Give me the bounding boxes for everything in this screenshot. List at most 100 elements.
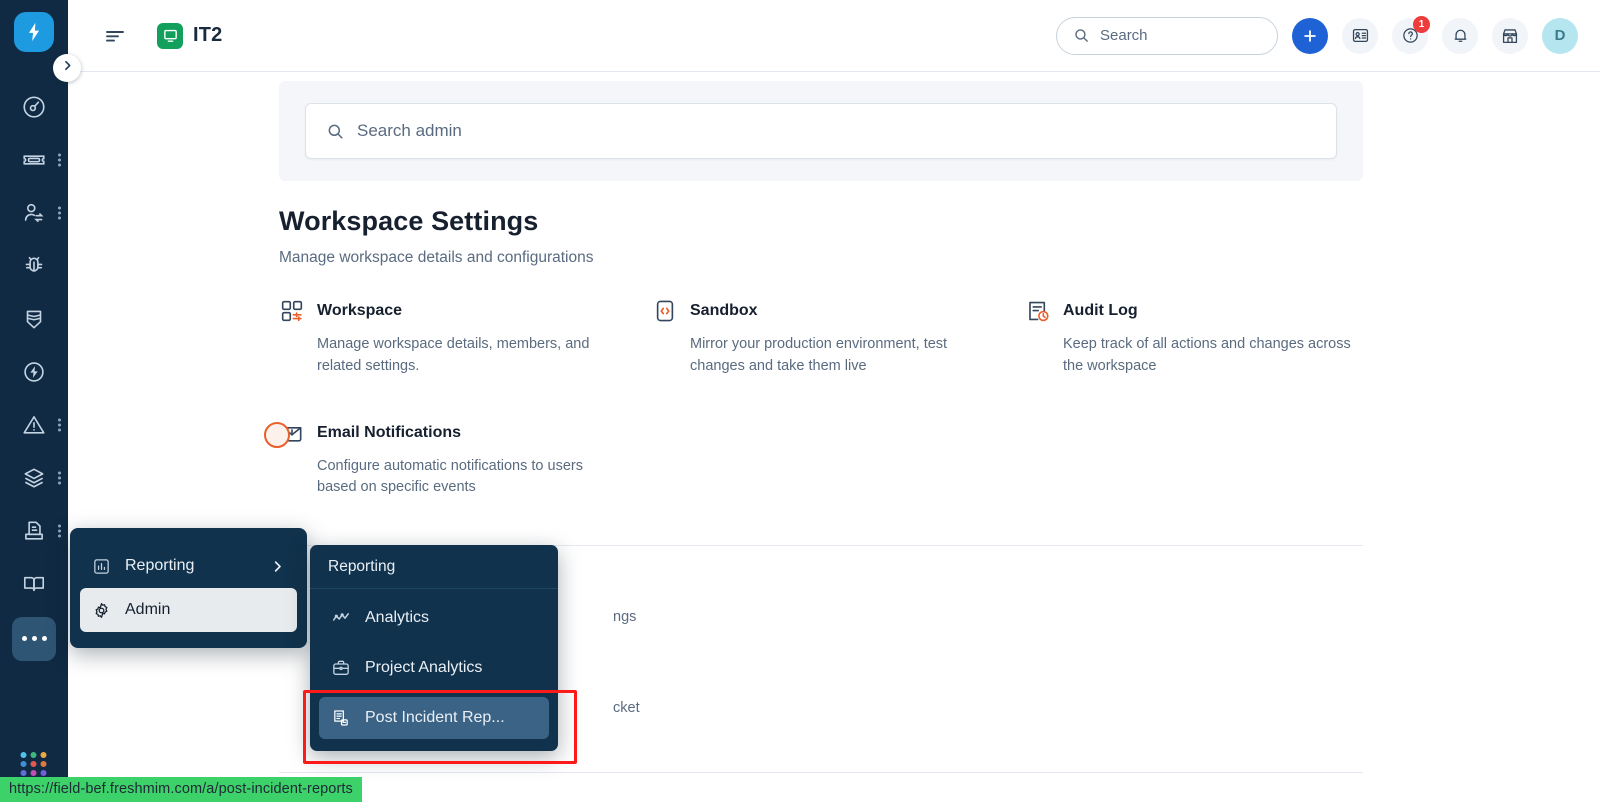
card-title: Sandbox [690,302,758,319]
submenu-item-label: Project Analytics [365,659,483,676]
monitor-screen-icon [157,22,183,49]
page-title: Workspace Settings [279,206,539,236]
sidebar-item-tickets[interactable] [0,133,68,186]
submenu-item-project-analytics[interactable]: Project Analytics [319,647,549,689]
sidebar-item-problems[interactable] [0,239,68,292]
sidebar-item-dashboard[interactable] [0,80,68,133]
card-header: Workspace [279,298,652,324]
card-title: Workspace [317,302,403,319]
submenu-item-post-incident-reports[interactable]: Post Incident Rep... [319,697,549,739]
card-title: Email Notifications [317,423,462,441]
settings-card-sandbox[interactable]: Sandbox Mirror your production environme… [652,298,1025,378]
menu-item-label: Admin [125,601,171,618]
card-header: Audit Log [1025,298,1398,324]
book-open-icon [21,571,47,597]
card-description: Keep track of all actions and changes ac… [1063,336,1351,374]
submenu-item-label: Analytics [365,609,430,626]
audit-log-clock-icon [1025,298,1051,324]
sidebar-item-changes[interactable] [0,292,68,345]
page-subtitle: Manage workspace details and configurati… [279,249,594,266]
sidebar-item-requesters[interactable] [0,186,68,239]
layers-icon [21,465,47,491]
briefcase-icon [331,658,351,678]
sidebar-item-solutions[interactable] [0,557,68,610]
admin-search-band: Search admin [279,81,1363,181]
search-icon [326,122,345,141]
workspace-grid-icon [279,298,305,324]
bolt-circle-icon [21,359,47,385]
card-title: Audit Log [1063,302,1138,319]
bell-icon [1451,26,1470,45]
sidebar-item-more-dots[interactable] [58,206,61,219]
expand-sidebar-button[interactable] [53,54,81,82]
obscured-text-fragment-1: ngs [613,609,637,625]
workspace-name: IT2 [193,24,223,46]
chevron-right-icon [270,559,285,574]
freshservice-bolt-logo[interactable] [14,12,54,52]
submenu-item-analytics[interactable]: Analytics [319,597,549,639]
rail-item-list [0,80,68,663]
admin-search-placeholder: Search admin [357,121,462,140]
admin-search-input[interactable]: Search admin [305,103,1337,159]
user-switch-icon [21,200,47,226]
card-header: Email Notifications [279,420,652,446]
settings-card-grid: Workspace Manage workspace details, memb… [279,298,1399,499]
submenu-item-label: Post Incident Rep... [365,709,505,726]
card-description: Mirror your production environment, test… [690,336,948,374]
ticket-icon [21,147,47,173]
menu-item-label: Reporting [125,557,195,574]
workspace-selector[interactable]: IT2 [157,22,223,49]
sandbox-code-icon [652,298,678,324]
card-header: Sandbox [652,298,1025,324]
analytics-wave-icon [331,608,351,628]
document-tray-icon [21,518,47,544]
contact-card-icon [1351,26,1370,45]
app-switcher-grid-icon[interactable] [20,752,48,776]
reporting-submenu: Reporting Analytics Project Analytics Po… [310,545,558,751]
gear-icon [92,601,111,620]
menu-item-reporting[interactable]: Reporting [80,544,297,588]
obscured-text-fragment-2: cket [613,700,640,716]
settings-card-audit-log[interactable]: Audit Log Keep track of all actions and … [1025,298,1398,378]
sidebar-item-releases[interactable] [0,345,68,398]
ellipsis-icon[interactable] [12,616,56,661]
top-bar: IT2 Search 1 D [68,0,1600,72]
marketplace-button[interactable] [1492,17,1528,54]
bug-icon [21,253,47,279]
search-input[interactable]: Search [1056,16,1278,55]
sidebar-item-alerts[interactable] [0,398,68,451]
notifications-button[interactable] [1442,17,1478,54]
sidebar-more-button[interactable] [0,610,68,663]
bar-chart-icon [92,557,111,576]
user-avatar[interactable]: D [1542,17,1578,54]
sidebar-item-more-dots[interactable] [58,418,61,431]
incident-report-icon [331,708,351,728]
help-badge-count: 1 [1413,15,1430,33]
shield-icon [21,306,47,332]
menu-item-admin[interactable]: Admin [80,588,297,632]
admin-content: Search admin Workspace Settings Manage w… [68,72,1600,802]
top-bar-actions: Search 1 D [1056,15,1578,55]
section-divider-bottom [279,772,1363,773]
storefront-icon [1500,26,1520,46]
sidebar-item-more-dots[interactable] [58,471,61,484]
submenu-header: Reporting [310,545,558,589]
sidebar-item-more-dots[interactable] [58,153,61,166]
sidebar-item-contracts[interactable] [0,504,68,557]
hamburger-menu-icon[interactable] [103,24,127,48]
settings-card-email-notifications[interactable]: Email Notifications Configure automatic … [279,420,652,500]
card-description: Manage workspace details, members, and r… [317,336,590,374]
settings-card-workspace[interactable]: Workspace Manage workspace details, memb… [279,298,652,378]
screenshot-root: IT2 Search 1 D Search admin Workspace Se… [0,0,1600,802]
chevron-right-icon [61,59,74,77]
contacts-button[interactable] [1342,17,1378,54]
sidebar-item-more-dots[interactable] [58,524,61,537]
search-placeholder: Search [1100,27,1148,44]
dashboard-gauge-icon [21,94,47,120]
sidebar-item-assets[interactable] [0,451,68,504]
left-nav-rail [0,0,68,802]
search-icon [1073,27,1090,44]
nav-flyout-menu: Reporting Admin [70,528,307,648]
add-new-button[interactable] [1292,17,1328,54]
help-button[interactable]: 1 [1392,15,1430,54]
